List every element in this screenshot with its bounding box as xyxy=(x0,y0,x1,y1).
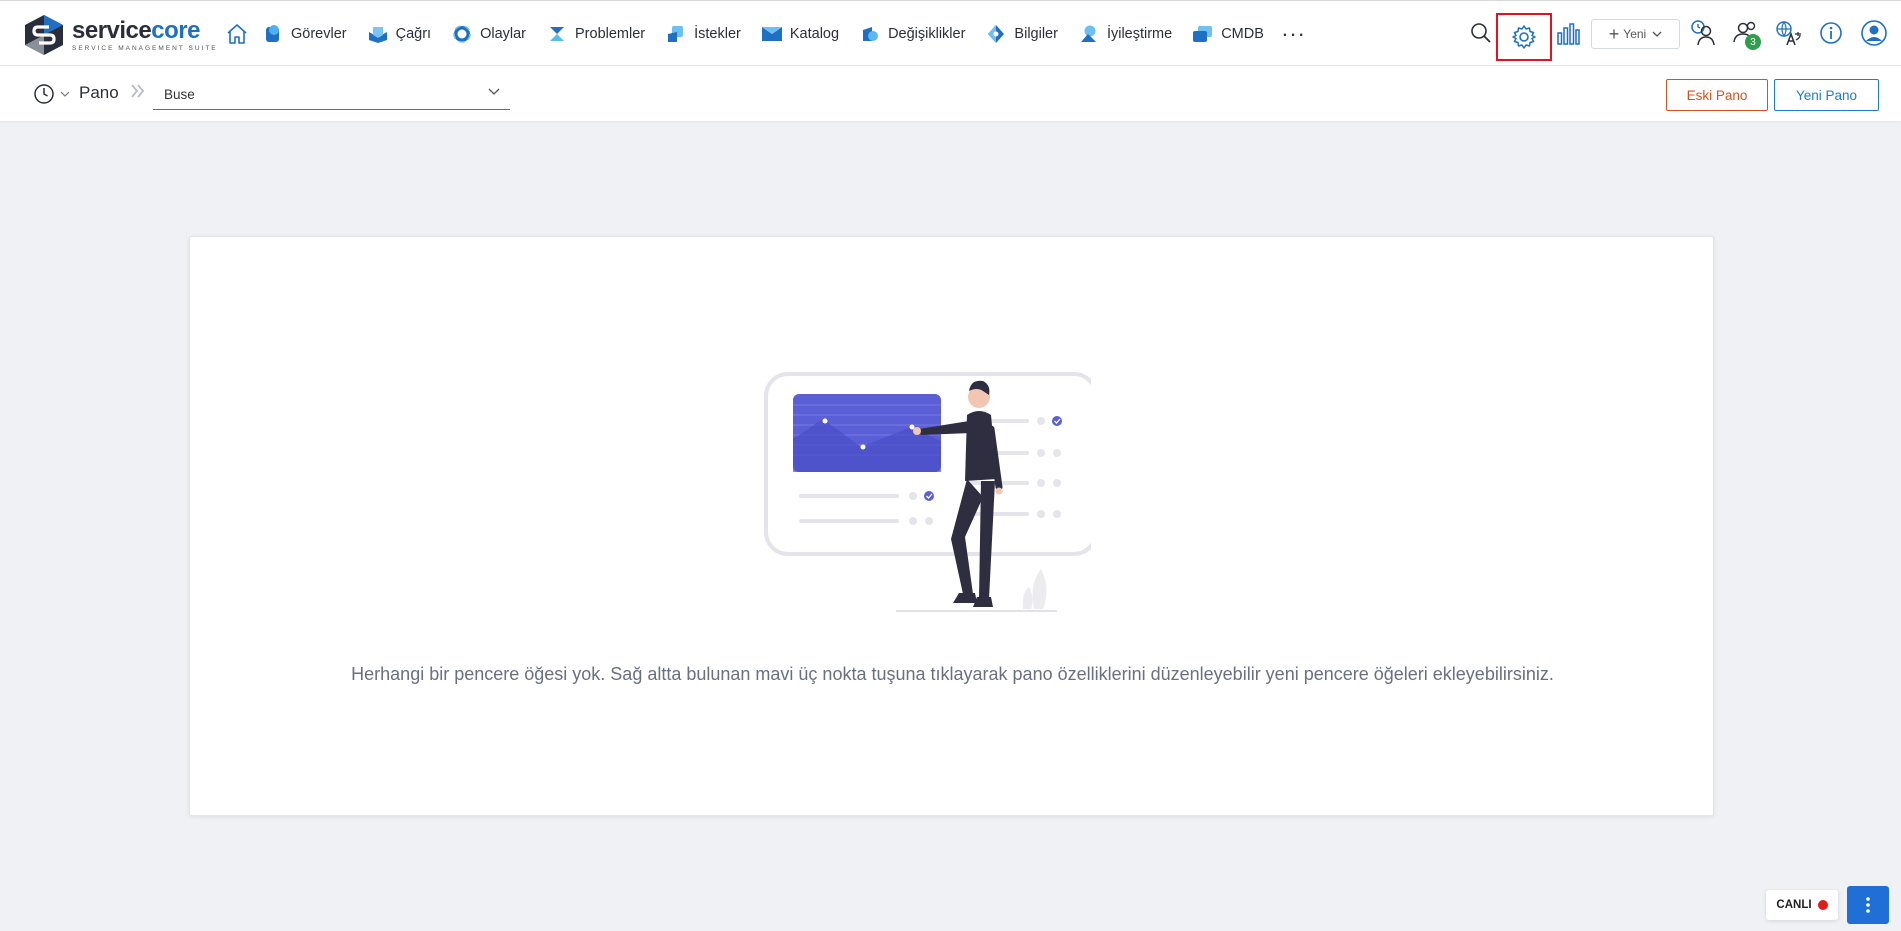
call-icon xyxy=(367,23,389,45)
improvement-icon xyxy=(1078,23,1100,45)
cmdb-icon xyxy=(1192,23,1214,45)
chevron-down-icon xyxy=(488,88,500,95)
nav-label: Olaylar xyxy=(480,26,527,42)
dashboard-toolbar: Pano Buse Eski Pano Yeni Pano xyxy=(0,66,1901,121)
brand-tagline: SERVICE MANAGEMENT SUITE xyxy=(72,44,218,52)
home-icon xyxy=(227,24,247,44)
servicecore-logo-icon xyxy=(25,15,63,55)
changes-icon xyxy=(859,23,881,45)
chevron-down-icon xyxy=(60,91,70,97)
language-button[interactable] xyxy=(1770,15,1806,51)
breadcrumb-pano: Pano xyxy=(79,83,119,102)
brand-name-part2: core xyxy=(151,16,200,44)
live-status-toggle[interactable]: CANLI xyxy=(1766,890,1838,920)
double-chevron-right-icon xyxy=(131,84,145,98)
nav-label: Problemler xyxy=(575,26,646,42)
nav-item-iyilestirme[interactable]: İyileştirme xyxy=(1078,16,1172,52)
users-notifications-button[interactable]: 3 xyxy=(1727,15,1763,51)
user-clock-icon xyxy=(1691,20,1715,46)
nav-item-bilgiler[interactable]: Bilgiler xyxy=(985,16,1058,52)
nav-item-istekler[interactable]: İstekler xyxy=(665,16,741,52)
settings-button[interactable] xyxy=(1496,13,1552,61)
user-activity-button[interactable] xyxy=(1685,15,1721,51)
info-button[interactable] xyxy=(1813,15,1849,51)
main-nav: Görevler Çağrı Olaylar Problemler İstekl… xyxy=(222,1,1306,67)
old-dashboard-button[interactable]: Eski Pano xyxy=(1666,79,1768,111)
empty-state-message: Herhangi bir pencere öğesi yok. Sağ altt… xyxy=(351,664,1554,684)
catalog-icon xyxy=(761,23,783,45)
nav-item-olaylar[interactable]: Olaylar xyxy=(451,16,526,52)
nav-label: Değişiklikler xyxy=(888,26,966,42)
empty-dashboard-illustration xyxy=(764,372,1091,612)
new-dropdown-button[interactable]: + Yeni xyxy=(1591,19,1680,49)
nav-label: CMDB xyxy=(1221,26,1264,42)
nav-item-degisiklikler[interactable]: Değişiklikler xyxy=(859,16,965,52)
requests-icon xyxy=(665,23,687,45)
brand-name-part1: service xyxy=(72,16,152,44)
nav-item-katalog[interactable]: Katalog xyxy=(761,16,839,52)
live-indicator-dot xyxy=(1817,900,1828,910)
home-button[interactable] xyxy=(222,19,252,49)
profile-button[interactable] xyxy=(1856,15,1892,51)
bar-chart-icon xyxy=(1557,23,1580,45)
top-navigation-bar: servicecore SERVICE MANAGEMENT SUITE Gör… xyxy=(0,0,1901,66)
more-nav-button[interactable]: ... xyxy=(1282,18,1306,44)
nav-item-problemler[interactable]: Problemler xyxy=(546,16,645,52)
incidents-icon xyxy=(451,23,473,45)
dashboard-options-button[interactable] xyxy=(1847,886,1889,924)
brand-logo[interactable]: servicecore SERVICE MANAGEMENT SUITE xyxy=(22,14,218,56)
history-dropdown[interactable] xyxy=(33,83,70,105)
info-icon xyxy=(1820,22,1842,44)
plus-icon: + xyxy=(1608,24,1620,44)
new-dashboard-button[interactable]: Yeni Pano xyxy=(1774,79,1879,111)
chevron-down-icon xyxy=(1652,31,1662,37)
problems-icon xyxy=(546,23,568,45)
nav-item-cagri[interactable]: Çağrı xyxy=(367,16,431,52)
knowledge-icon xyxy=(985,23,1007,45)
nav-label: İyileştirme xyxy=(1106,26,1173,42)
dashboard-empty-card: Herhangi bir pencere öğesi yok. Sağ altt… xyxy=(189,236,1714,816)
search-icon xyxy=(1471,23,1491,43)
search-button[interactable] xyxy=(1463,15,1499,51)
nav-label: Bilgiler xyxy=(1014,26,1058,42)
dashboard-select[interactable]: Buse xyxy=(153,80,510,110)
avatar-icon xyxy=(1861,20,1887,46)
dashboard-select-value: Buse xyxy=(164,87,195,102)
clock-icon xyxy=(34,84,54,104)
gear-icon xyxy=(1512,25,1536,49)
nav-label: Görevler xyxy=(291,26,347,42)
new-button-label: Yeni xyxy=(1623,27,1647,41)
brand-text: servicecore SERVICE MANAGEMENT SUITE xyxy=(72,16,218,52)
nav-item-gorevler[interactable]: Görevler xyxy=(262,16,347,52)
vertical-dots-icon xyxy=(1866,897,1870,913)
tasks-icon xyxy=(262,23,284,45)
notification-badge: 3 xyxy=(1745,34,1761,50)
nav-item-cmdb[interactable]: CMDB xyxy=(1192,16,1264,52)
live-label: CANLI xyxy=(1776,899,1812,911)
nav-label: İstekler xyxy=(694,26,741,42)
reports-button[interactable] xyxy=(1550,15,1586,51)
brand-name: servicecore xyxy=(72,16,218,44)
nav-label: Katalog xyxy=(789,26,840,42)
translate-icon xyxy=(1776,21,1801,46)
nav-label: Çağrı xyxy=(395,26,432,42)
